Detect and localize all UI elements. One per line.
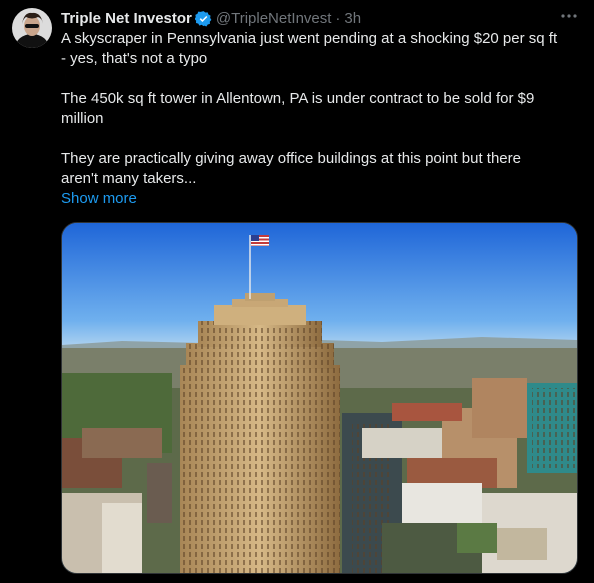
- author-handle[interactable]: @TripleNetInvest: [216, 10, 332, 27]
- separator-dot: ·: [335, 9, 341, 27]
- tweet-line: million: [61, 110, 104, 127]
- tweet-photo[interactable]: [61, 222, 578, 574]
- tweet-line: aren't many takers...: [61, 170, 197, 187]
- author-name[interactable]: Triple Net Investor: [61, 10, 192, 27]
- tweet-line: The 450k sq ft tower in Allentown, PA is…: [61, 90, 535, 107]
- verified-badge-icon[interactable]: [194, 10, 212, 27]
- avatar[interactable]: [12, 8, 52, 48]
- tweet-text: A skyscraper in Pennsylvania just went p…: [61, 29, 571, 209]
- tweet-header: Triple Net Investor @TripleNetInvest · 3…: [61, 8, 580, 28]
- more-options-icon[interactable]: [558, 6, 580, 26]
- tweet-line: A skyscraper in Pennsylvania just went p…: [61, 30, 558, 47]
- show-more-link[interactable]: Show more: [61, 189, 137, 209]
- timestamp[interactable]: 3h: [344, 10, 361, 27]
- tweet-line: They are practically giving away office …: [61, 150, 521, 167]
- tweet-line: - yes, that's not a typo: [61, 50, 208, 67]
